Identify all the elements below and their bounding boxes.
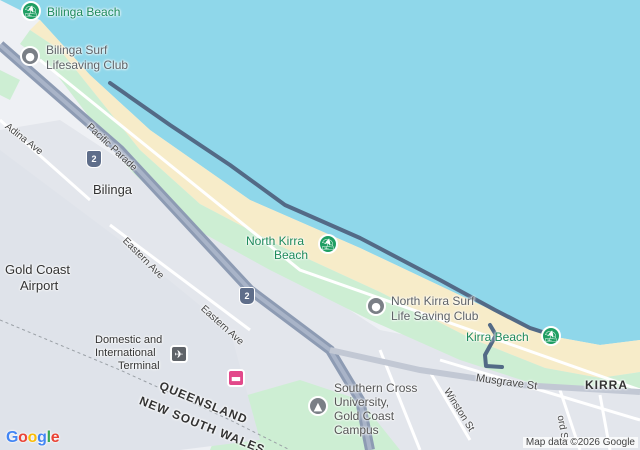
airport-label-2: Airport	[20, 278, 59, 293]
place-kirra-beach[interactable]: Kirra Beach	[466, 330, 529, 344]
beach-umbrella-icon[interactable]: ⛱	[318, 234, 338, 254]
suburb-kirra: KIRRA	[585, 378, 628, 392]
google-logo-text: Google	[6, 429, 60, 446]
google-logo-letter: G	[6, 429, 19, 446]
university-label-3: Gold Coast	[334, 409, 395, 423]
google-logo-letter: o	[27, 429, 38, 446]
google-logo-letter: g	[37, 429, 47, 446]
route-shield: 2	[86, 150, 102, 168]
place-north-kirra-beach-2: Beach	[274, 248, 309, 262]
university-label-4: Campus	[334, 423, 379, 437]
route-shield: 2	[239, 287, 255, 305]
map-attribution[interactable]: Map data ©2026 Google	[522, 437, 638, 448]
place-bilinga-beach[interactable]: Bilinga Beach	[47, 5, 120, 19]
place-dot-icon[interactable]: ●	[366, 296, 386, 316]
airplane-icon[interactable]: ✈	[170, 345, 188, 363]
suburb-bilinga: Bilinga	[93, 182, 133, 197]
place-dot-icon[interactable]: ●	[20, 46, 40, 66]
google-logo: Google	[6, 429, 60, 447]
terminal-label-3: Terminal	[118, 360, 160, 372]
terminal-label-2: International	[95, 347, 156, 359]
place-bilinga-surf[interactable]: Bilinga Surf	[46, 43, 107, 57]
place-north-kirra-beach[interactable]: North Kirra	[246, 234, 304, 248]
terminal-label[interactable]: Domestic and	[95, 334, 162, 346]
beach-umbrella-icon[interactable]: ⛱	[21, 1, 41, 21]
map-view[interactable]: ⛱ Bilinga Beach ● Bilinga Surf Lifesavin…	[0, 0, 640, 450]
graduation-cap-icon[interactable]: ▲	[308, 396, 328, 416]
hotel-bed-icon[interactable]: ▬	[227, 369, 245, 387]
place-north-kirra-surf-2: Life Saving Club	[391, 309, 479, 323]
beach-umbrella-icon[interactable]: ⛱	[541, 326, 561, 346]
google-logo-letter: o	[18, 429, 28, 446]
place-bilinga-surf-2: Lifesaving Club	[46, 58, 129, 72]
airport-label[interactable]: Gold Coast	[5, 262, 70, 277]
google-logo-letter: e	[50, 429, 60, 446]
university-label[interactable]: Southern Cross	[334, 381, 417, 395]
university-label-2: University,	[334, 395, 390, 409]
place-north-kirra-surf[interactable]: North Kirra Surf	[391, 294, 474, 308]
